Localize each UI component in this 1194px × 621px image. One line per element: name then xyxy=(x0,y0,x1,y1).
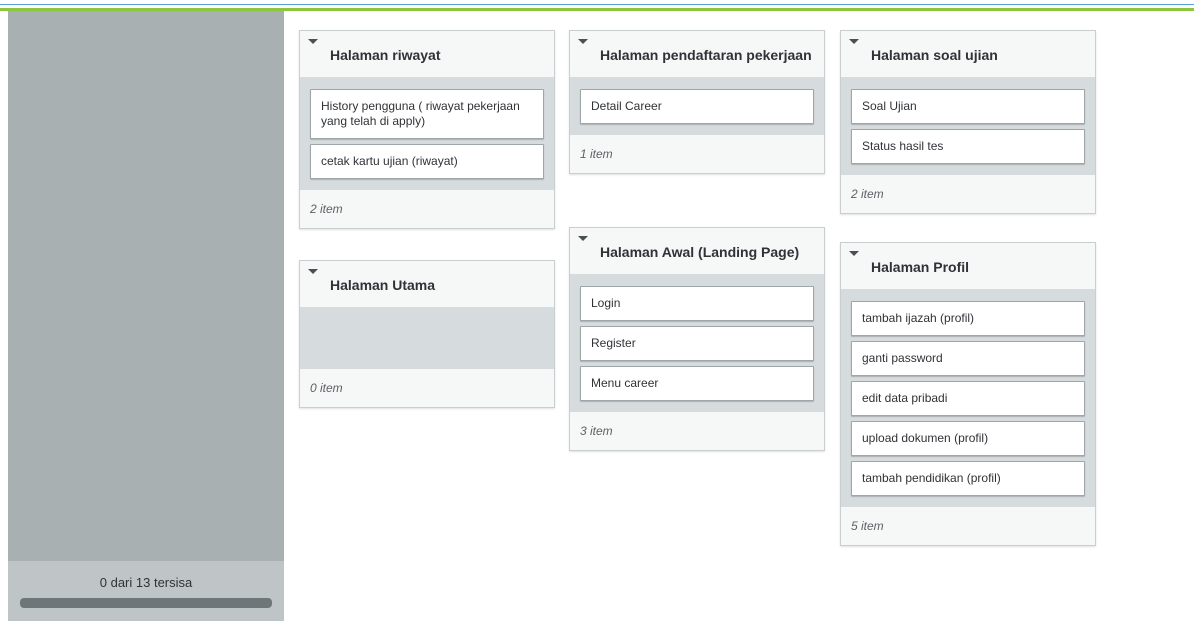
group-card-halaman-utama: Halaman Utama 0 item xyxy=(299,260,555,408)
collapse-arrow-icon[interactable] xyxy=(849,251,859,256)
card-item-count: 1 item xyxy=(570,135,824,173)
list-item[interactable]: tambah pendidikan (profil) xyxy=(851,461,1085,496)
top-accent-line xyxy=(0,4,1194,5)
group-card-halaman-profil: Halaman Profil tambah ijazah (profil) ga… xyxy=(840,242,1096,546)
card-title: Halaman Utama xyxy=(330,277,436,293)
card-title: Halaman Profil xyxy=(871,259,970,275)
card-title: Halaman riwayat xyxy=(330,47,441,63)
list-item[interactable]: tambah ijazah (profil) xyxy=(851,301,1085,336)
card-item-count: 2 item xyxy=(300,190,554,228)
card-header: Halaman Profil xyxy=(841,243,1095,289)
remaining-count-text: 0 dari 13 tersisa xyxy=(99,575,193,590)
card-item-count: 3 item xyxy=(570,412,824,450)
card-item-list xyxy=(300,307,554,369)
card-header: Halaman soal ujian xyxy=(841,31,1095,77)
card-title: Halaman pendaftaran pekerjaan xyxy=(600,47,812,63)
group-card-halaman-pendaftaran-pekerjaan: Halaman pendaftaran pekerjaan Detail Car… xyxy=(569,30,825,174)
card-item-count: 5 item xyxy=(841,507,1095,545)
list-item[interactable]: edit data pribadi xyxy=(851,381,1085,416)
list-item[interactable]: Soal Ujian xyxy=(851,89,1085,124)
card-item-list: Login Register Menu career xyxy=(570,274,824,412)
group-card-halaman-soal-ujian: Halaman soal ujian Soal Ujian Status has… xyxy=(840,30,1096,214)
list-item[interactable]: Register xyxy=(580,326,814,361)
card-header: Halaman riwayat xyxy=(300,31,554,77)
collapse-arrow-icon[interactable] xyxy=(578,39,588,44)
collapse-arrow-icon[interactable] xyxy=(849,39,859,44)
card-header: Halaman Awal (Landing Page) xyxy=(570,228,824,274)
group-card-halaman-awal: Halaman Awal (Landing Page) Login Regist… xyxy=(569,227,825,451)
collapse-arrow-icon[interactable] xyxy=(308,269,318,274)
card-header: Halaman Utama xyxy=(300,261,554,307)
collapse-arrow-icon[interactable] xyxy=(308,39,318,44)
list-item[interactable]: ganti password xyxy=(851,341,1085,376)
progress-bar xyxy=(20,598,272,608)
sidebar-panel: 0 dari 13 tersisa xyxy=(8,11,284,621)
list-item[interactable]: Login xyxy=(580,286,814,321)
list-item[interactable]: upload dokumen (profil) xyxy=(851,421,1085,456)
list-item[interactable]: Detail Career xyxy=(580,89,814,124)
card-item-count: 2 item xyxy=(841,175,1095,213)
card-title: Halaman soal ujian xyxy=(871,47,998,63)
card-header: Halaman pendaftaran pekerjaan xyxy=(570,31,824,77)
card-item-count: 0 item xyxy=(300,369,554,407)
list-item[interactable]: Menu career xyxy=(580,366,814,401)
card-item-list: tambah ijazah (profil) ganti password ed… xyxy=(841,289,1095,507)
card-item-list: Detail Career xyxy=(570,77,824,135)
group-card-halaman-riwayat: Halaman riwayat History pengguna ( riway… xyxy=(299,30,555,229)
list-item[interactable]: cetak kartu ujian (riwayat) xyxy=(310,144,544,179)
sidebar-footer: 0 dari 13 tersisa xyxy=(8,561,284,621)
card-item-list: Soal Ujian Status hasil tes xyxy=(841,77,1095,175)
card-title: Halaman Awal (Landing Page) xyxy=(600,244,800,260)
list-item[interactable]: Status hasil tes xyxy=(851,129,1085,164)
collapse-arrow-icon[interactable] xyxy=(578,236,588,241)
card-item-list: History pengguna ( riwayat pekerjaan yan… xyxy=(300,77,554,190)
list-item[interactable]: History pengguna ( riwayat pekerjaan yan… xyxy=(310,89,544,139)
